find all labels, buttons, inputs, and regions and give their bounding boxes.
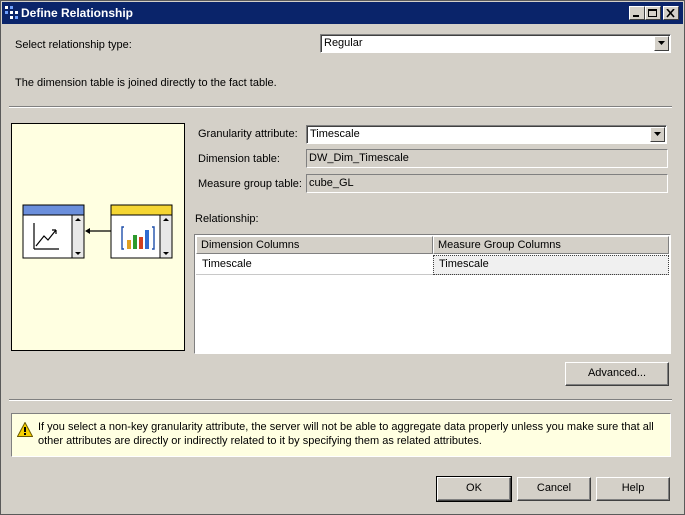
granularity-select[interactable]: Timescale: [306, 125, 667, 144]
measure-group-table-label: Measure group table:: [198, 178, 302, 190]
dimension-column-cell[interactable]: Timescale: [196, 255, 433, 275]
chevron-down-icon: [654, 132, 661, 136]
column-header-dimension-label: Dimension Columns: [201, 239, 300, 251]
relationship-icon: [5, 6, 18, 19]
dimension-table-field: DW_Dim_Timescale: [306, 149, 668, 168]
fact-table-shape: [110, 204, 173, 259]
relationship-type-dropdown[interactable]: [654, 36, 669, 51]
cancel-button[interactable]: Cancel: [517, 477, 591, 501]
column-header-measure-group[interactable]: Measure Group Columns: [433, 236, 669, 254]
measure-group-column-value: Timescale: [439, 258, 489, 270]
relationship-type-select[interactable]: Regular: [320, 34, 671, 53]
measure-group-table-value: cube_GL: [309, 177, 354, 189]
relationship-type-value: Regular: [324, 37, 363, 49]
dimension-column-value: Timescale: [202, 258, 252, 270]
help-button-label: Help: [621, 482, 645, 494]
ok-button[interactable]: OK: [436, 476, 512, 502]
minimize-icon: [633, 15, 639, 17]
column-header-measure-group-label: Measure Group Columns: [438, 239, 561, 251]
relationship-diagram-graphic: [22, 204, 173, 259]
cancel-button-label: Cancel: [536, 482, 572, 494]
warning-panel: If you select a non-key granularity attr…: [11, 413, 671, 457]
dimension-table-shape: [22, 204, 85, 259]
close-icon: [666, 9, 675, 18]
granularity-value: Timescale: [310, 128, 360, 140]
relationship-description: The dimension table is joined directly t…: [15, 77, 277, 89]
column-header-dimension[interactable]: Dimension Columns: [196, 236, 433, 254]
define-relationship-dialog: Define Relationship Select relationship …: [0, 0, 685, 515]
ok-button-label: OK: [466, 482, 482, 494]
close-button[interactable]: [663, 6, 679, 20]
relationship-diagram: [11, 123, 185, 351]
help-button[interactable]: Help: [596, 477, 670, 501]
window-title: Define Relationship: [21, 6, 134, 20]
advanced-button-label: Advanced...: [587, 367, 647, 379]
measure-group-table-field: cube_GL: [306, 174, 668, 193]
relationship-type-label: Select relationship type:: [15, 39, 132, 51]
warning-icon: [17, 422, 33, 437]
bottom-divider: [9, 399, 672, 401]
measure-group-column-cell[interactable]: Timescale: [433, 255, 669, 275]
warning-text: If you select a non-key granularity attr…: [38, 421, 654, 447]
granularity-dropdown[interactable]: [650, 127, 665, 142]
relationship-label: Relationship:: [195, 213, 259, 225]
relationship-grid: Dimension Columns Measure Group Columns …: [194, 234, 671, 354]
dimension-table-value: DW_Dim_Timescale: [309, 152, 409, 164]
minimize-button[interactable]: [629, 6, 645, 20]
chevron-down-icon: [658, 41, 665, 45]
dimension-table-label: Dimension table:: [198, 153, 280, 165]
top-divider: [9, 106, 672, 108]
advanced-button[interactable]: Advanced...: [565, 362, 669, 386]
maximize-icon: [648, 9, 657, 17]
maximize-button[interactable]: [645, 6, 661, 20]
title-bar: Define Relationship: [2, 2, 683, 24]
granularity-label: Granularity attribute:: [198, 128, 298, 140]
relationship-arrow: [85, 228, 111, 234]
